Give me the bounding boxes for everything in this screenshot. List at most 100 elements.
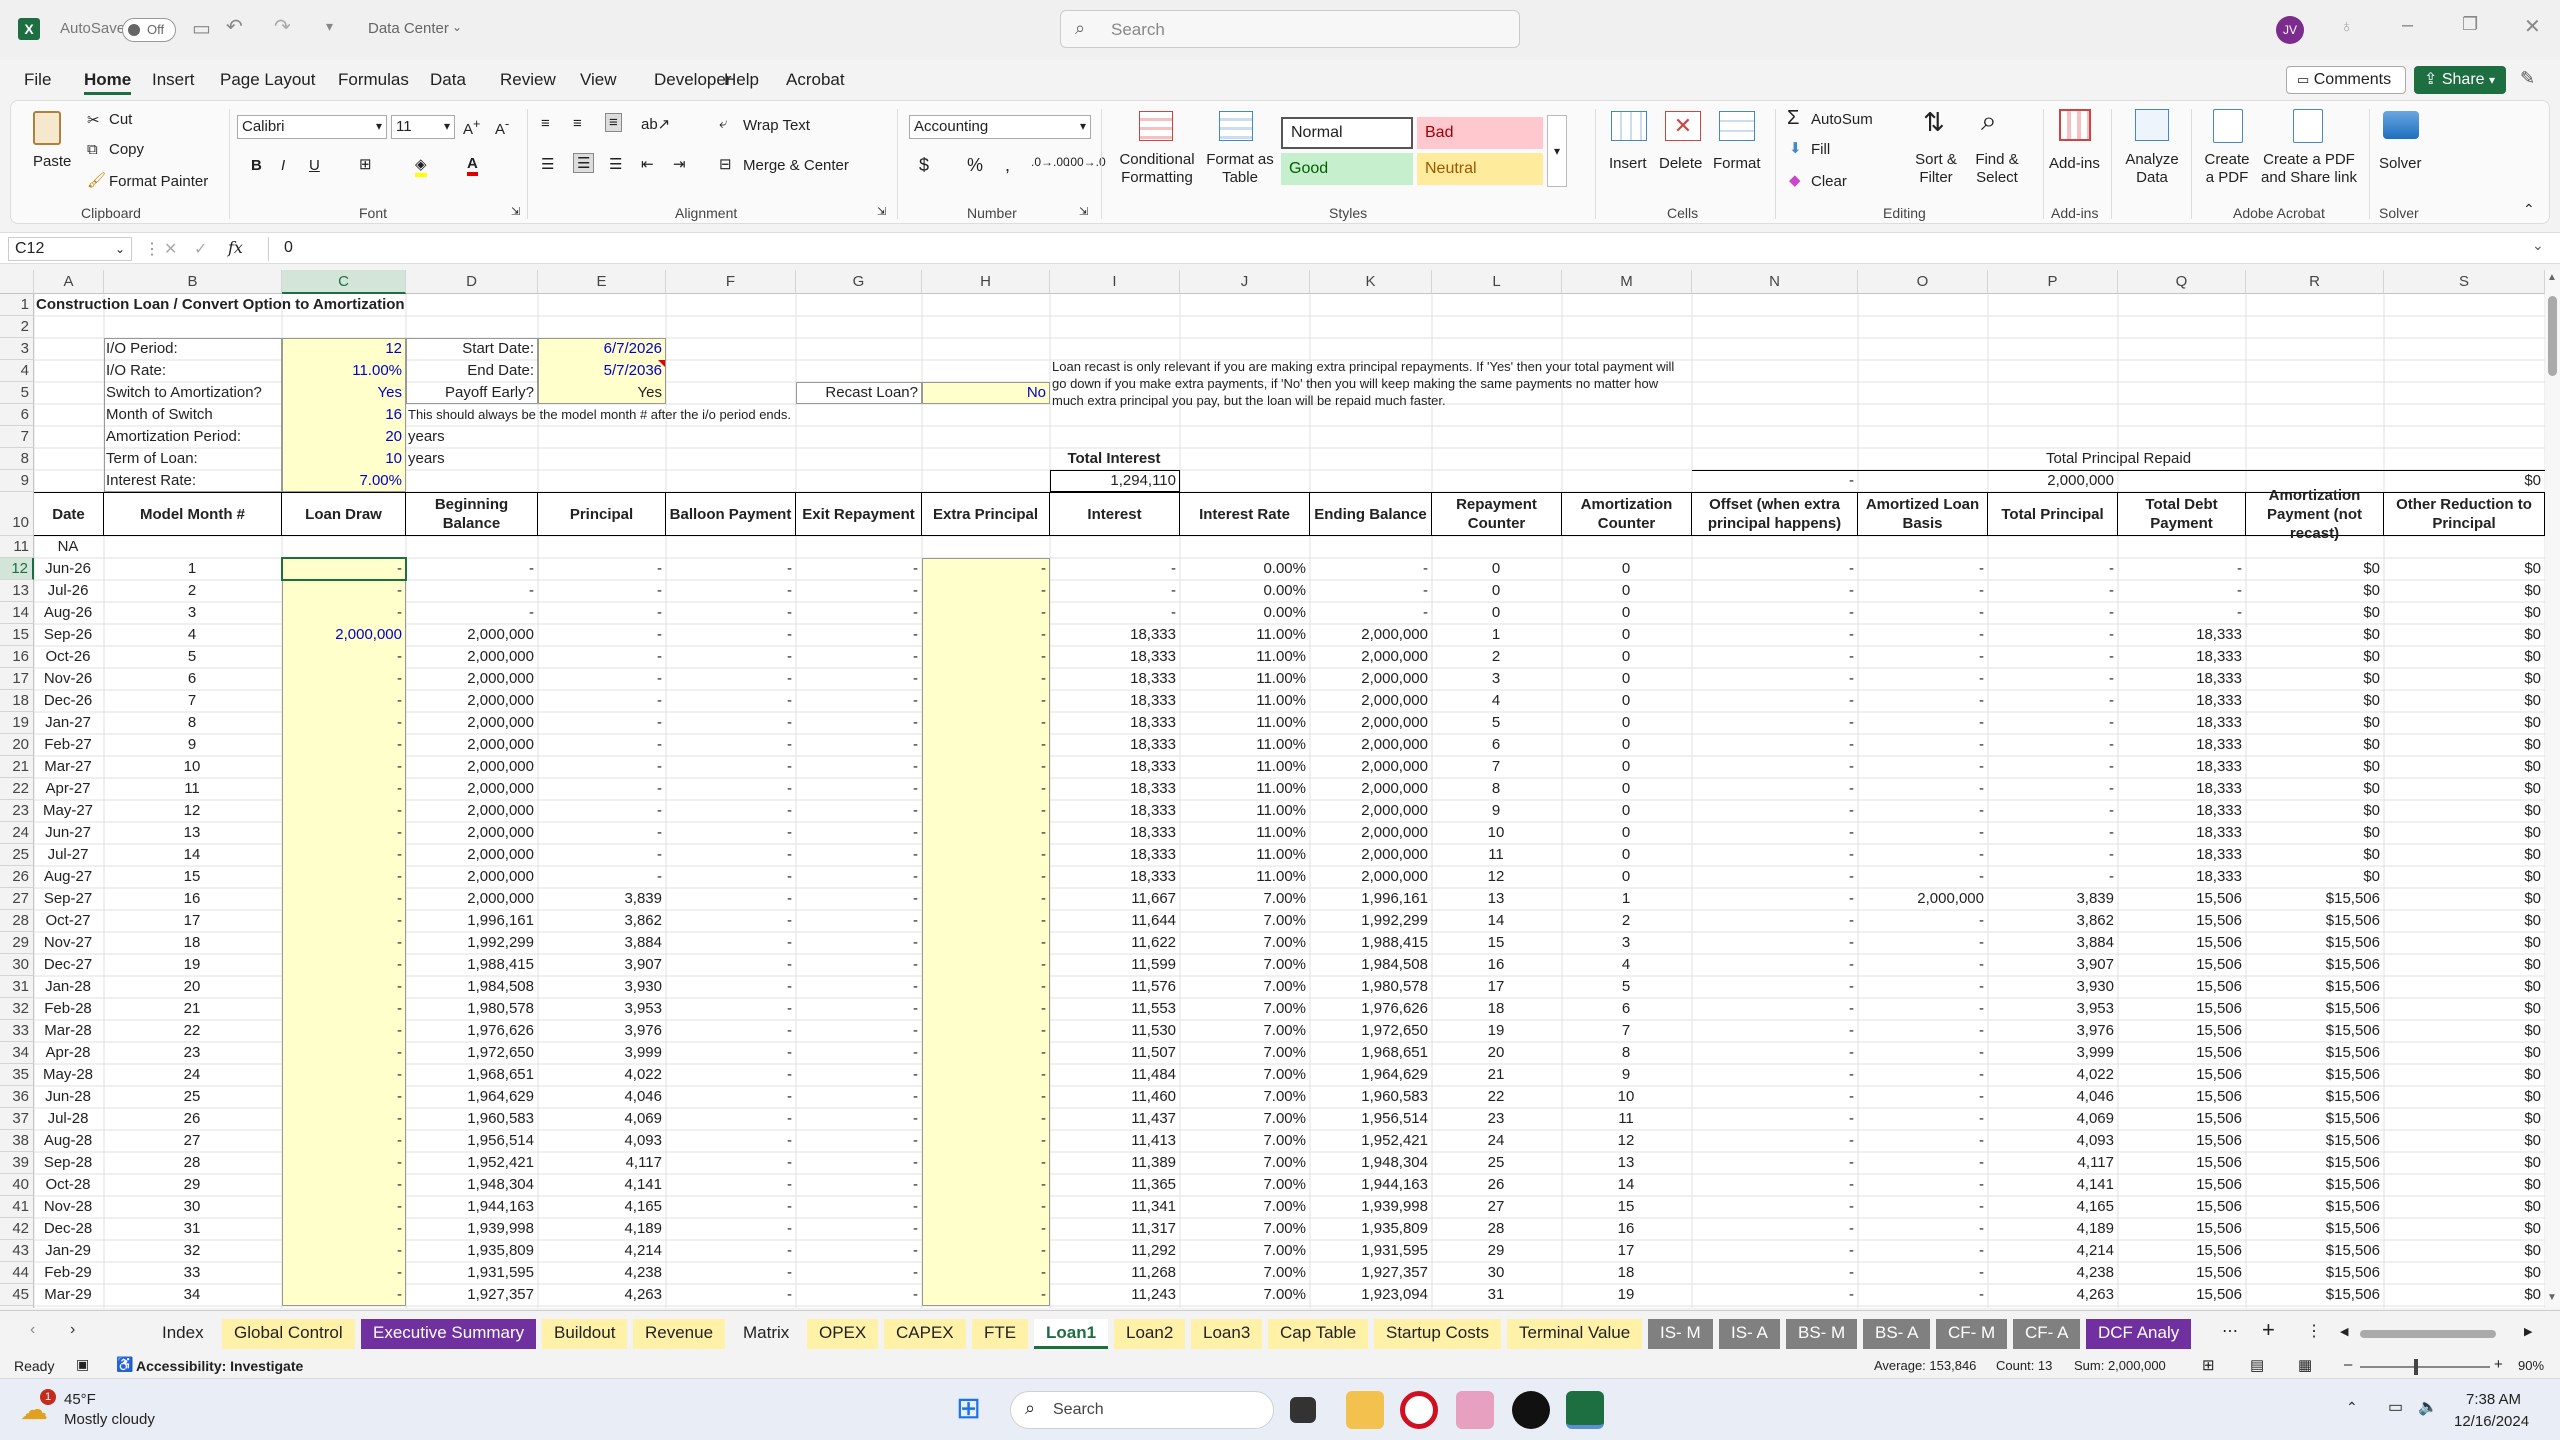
table-cell[interactable]: $0 xyxy=(2248,690,2380,712)
average-status[interactable]: Average: 153,846 xyxy=(1874,1358,1976,1373)
table-cell[interactable]: - xyxy=(924,1064,1046,1086)
avatar[interactable]: JV xyxy=(2276,16,2304,44)
row-header[interactable]: 6 xyxy=(0,404,34,426)
table-cell[interactable]: - xyxy=(924,910,1046,932)
table-cell[interactable]: - xyxy=(798,1064,918,1086)
table-cell[interactable]: $0 xyxy=(2386,646,2541,668)
table-cell[interactable]: $0 xyxy=(2386,558,2541,580)
row-header[interactable]: 39 xyxy=(0,1152,34,1174)
table-cell[interactable]: 4,238 xyxy=(1990,1262,2114,1284)
table-cell[interactable]: - xyxy=(1052,558,1176,580)
table-cell[interactable]: 1,992,299 xyxy=(1312,910,1428,932)
table-cell[interactable]: - xyxy=(668,580,792,602)
table-cell[interactable]: 3 xyxy=(1434,668,1558,690)
column-header[interactable]: G xyxy=(796,270,922,294)
table-cell[interactable]: - xyxy=(540,866,662,888)
table-cell[interactable]: 1,948,304 xyxy=(1312,1152,1428,1174)
table-cell[interactable]: $0 xyxy=(2386,1284,2541,1306)
date-label[interactable]: End Date: xyxy=(408,360,534,382)
table-cell[interactable]: Jul-28 xyxy=(36,1108,100,1130)
table-cell[interactable]: - xyxy=(284,1284,402,1306)
table-cell[interactable]: Jun-28 xyxy=(36,1086,100,1108)
table-cell[interactable]: - xyxy=(1694,1240,1854,1262)
table-cell[interactable]: 11,292 xyxy=(1052,1240,1176,1262)
table-cell[interactable]: - xyxy=(924,1262,1046,1284)
table-cell[interactable]: $15,506 xyxy=(2248,888,2380,910)
table-cell[interactable]: - xyxy=(1860,690,1984,712)
column-header[interactable]: J xyxy=(1180,270,1310,294)
table-cell[interactable]: 11.00% xyxy=(1182,866,1306,888)
cut-button[interactable]: Cut xyxy=(109,111,132,128)
row-header[interactable]: 38 xyxy=(0,1130,34,1152)
table-cell[interactable]: 31 xyxy=(106,1218,278,1240)
table-cell[interactable]: $15,506 xyxy=(2248,1086,2380,1108)
table-cell[interactable]: 11,413 xyxy=(1052,1130,1176,1152)
table-cell[interactable]: - xyxy=(1990,756,2114,778)
table-cell[interactable]: $0 xyxy=(2248,580,2380,602)
table-cell[interactable]: - xyxy=(668,1064,792,1086)
table-cell[interactable]: - xyxy=(1860,1152,1984,1174)
table-cell[interactable]: 4,022 xyxy=(1990,1064,2114,1086)
menu-formulas[interactable]: Formulas xyxy=(338,70,409,90)
table-cell[interactable]: 0 xyxy=(1564,580,1688,602)
table-cell[interactable]: Nov-28 xyxy=(36,1196,100,1218)
table-cell[interactable]: 9 xyxy=(106,734,278,756)
table-cell[interactable]: 15,506 xyxy=(2120,1262,2242,1284)
analyze-data-icon[interactable] xyxy=(2135,109,2169,141)
volume-icon[interactable]: 🔈 xyxy=(2418,1397,2438,1417)
table-cell[interactable]: - xyxy=(798,1108,918,1130)
table-cell[interactable]: - xyxy=(1694,888,1854,910)
table-cell[interactable]: 3,930 xyxy=(1990,976,2114,998)
table-cell[interactable]: - xyxy=(1860,580,1984,602)
table-cell[interactable]: 3,930 xyxy=(540,976,662,998)
table-cell[interactable]: - xyxy=(924,888,1046,910)
number-launcher-icon[interactable]: ⇲ xyxy=(1079,205,1088,218)
menu-review[interactable]: Review xyxy=(500,70,556,90)
table-cell[interactable]: - xyxy=(924,1086,1046,1108)
table-cell[interactable]: 20 xyxy=(1434,1042,1558,1064)
table-cell[interactable]: - xyxy=(1694,844,1854,866)
sheet-tab[interactable]: CAPEX xyxy=(884,1319,966,1349)
currency-icon[interactable]: $ xyxy=(919,155,929,176)
zoom-in-icon[interactable]: + xyxy=(2494,1356,2503,1373)
table-cell[interactable]: 1,952,421 xyxy=(408,1152,534,1174)
table-cell[interactable]: 19 xyxy=(1564,1284,1688,1306)
table-cell[interactable]: - xyxy=(668,1086,792,1108)
table-cell[interactable]: 1,980,578 xyxy=(1312,976,1428,998)
table-cell[interactable]: 7.00% xyxy=(1182,1020,1306,1042)
increase-decimal-icon[interactable]: .0→.00 xyxy=(1031,155,1070,169)
menu-home[interactable]: Home xyxy=(84,70,132,95)
table-cell[interactable]: - xyxy=(798,932,918,954)
table-cell[interactable]: 0.00% xyxy=(1182,602,1306,624)
scrollbar-thumb[interactable] xyxy=(2360,1330,2496,1338)
format-cells-icon[interactable] xyxy=(1719,111,1755,141)
table-cell[interactable]: - xyxy=(1990,690,2114,712)
table-cell[interactable]: 18,333 xyxy=(2120,866,2242,888)
table-cell[interactable]: - xyxy=(1694,756,1854,778)
table-cell[interactable]: - xyxy=(924,1020,1046,1042)
table-cell[interactable]: $0 xyxy=(2386,1196,2541,1218)
table-cell[interactable]: Mar-27 xyxy=(36,756,100,778)
table-cell[interactable]: 8 xyxy=(106,712,278,734)
sheet-tab[interactable]: IS- M xyxy=(1648,1319,1713,1349)
total-interest-label[interactable]: Total Interest xyxy=(1052,448,1176,470)
table-cell[interactable]: 1,948,304 xyxy=(408,1174,534,1196)
table-cell[interactable]: 7.00% xyxy=(1182,998,1306,1020)
recast-note[interactable]: Loan recast is only relevant if you are … xyxy=(1052,358,1692,409)
table-cell[interactable]: - xyxy=(924,822,1046,844)
insert-function-icon[interactable]: fx xyxy=(228,238,243,257)
table-cell[interactable]: 0 xyxy=(1564,844,1688,866)
table-cell[interactable]: 0 xyxy=(1564,558,1688,580)
table-cell[interactable]: - xyxy=(924,734,1046,756)
table-cell[interactable]: $0 xyxy=(2386,756,2541,778)
row-header[interactable]: 32 xyxy=(0,998,34,1020)
table-cell[interactable]: - xyxy=(1860,866,1984,888)
column-title[interactable]: Interest Rate xyxy=(1180,492,1310,536)
column-title[interactable]: Offset (when extra principal happens) xyxy=(1692,492,1858,536)
table-cell[interactable]: 11,460 xyxy=(1052,1086,1176,1108)
table-cell[interactable]: - xyxy=(1990,668,2114,690)
table-cell[interactable]: 1,923,094 xyxy=(1312,1284,1428,1306)
table-cell[interactable]: 1,984,508 xyxy=(408,976,534,998)
font-name-select[interactable]: Calibri ▾ xyxy=(237,115,387,139)
table-cell[interactable]: - xyxy=(1990,866,2114,888)
